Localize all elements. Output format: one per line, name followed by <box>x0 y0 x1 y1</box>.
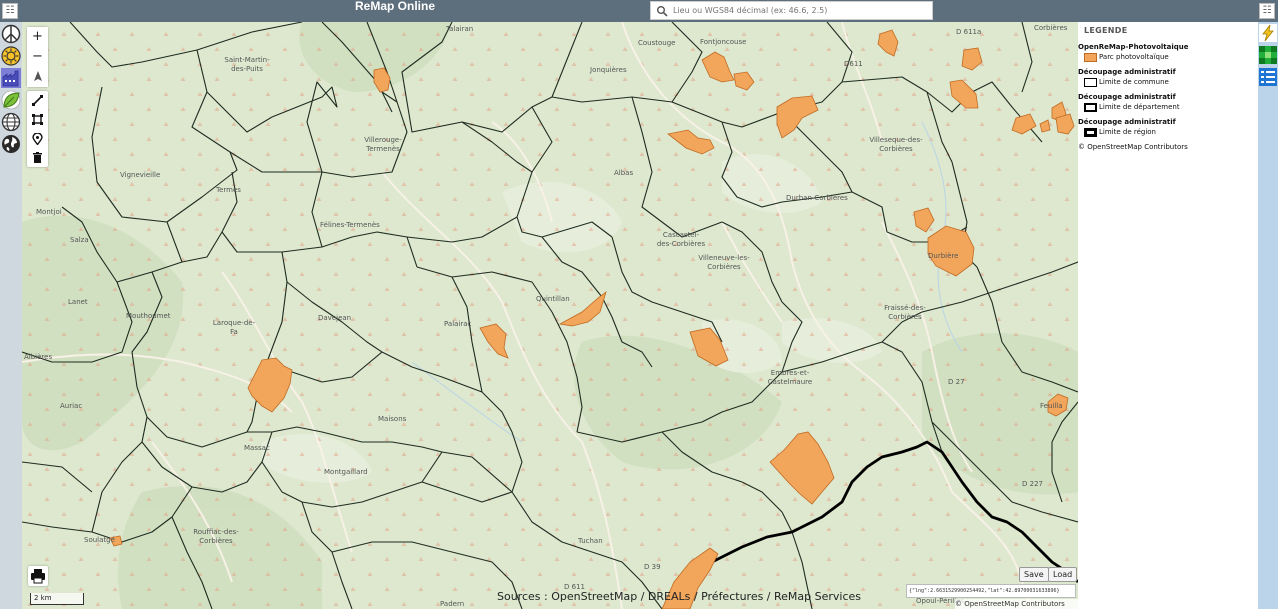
place-label: Villeseque-des-Corbières <box>869 136 923 153</box>
printer-icon <box>31 569 45 584</box>
map-canvas[interactable]: Talairan Coustouge Fontjoncouse Saint-Ma… <box>22 22 1078 609</box>
place-label: Villerouge-Termenès <box>364 136 402 153</box>
sun-icon[interactable] <box>1 46 21 66</box>
place-label: Tuchan <box>578 537 603 545</box>
place-label: Auriac <box>60 402 83 410</box>
place-label: Lanet <box>68 298 88 306</box>
place-label: Salza <box>70 236 89 244</box>
commune-swatch <box>1084 78 1097 87</box>
road-label: D611 <box>844 60 863 68</box>
search-input[interactable] <box>673 2 928 19</box>
draw-polygon-button[interactable] <box>27 110 48 129</box>
zoom-control: + − <box>27 27 48 87</box>
left-menu-icon[interactable]: ☷ <box>2 3 18 19</box>
draw-line-button[interactable] <box>27 91 48 110</box>
place-label: Durbière <box>928 252 959 260</box>
place-label: Vignevieille <box>120 171 161 179</box>
legend-heading: Découpage administratif <box>1078 118 1176 126</box>
road-label: D 39 <box>644 563 661 571</box>
print-button[interactable] <box>28 566 48 586</box>
load-button[interactable]: Load <box>1048 567 1078 582</box>
legend-label: Parc photovoltaïque <box>1099 53 1169 61</box>
place-label: Rouffiac-des-Corbières <box>193 528 239 545</box>
place-label: Félines-Termenès <box>320 221 380 229</box>
search-box[interactable] <box>650 1 933 20</box>
place-label: Fraissé-des-Corbières <box>884 304 926 321</box>
map-attribution: © OpenStreetMap Contributors <box>955 599 1078 609</box>
legend-heading: Découpage administratif <box>1078 68 1176 76</box>
place-label: Palairac <box>444 320 472 328</box>
reset-north-button[interactable] <box>27 67 48 87</box>
place-label: Mouthoumet <box>126 312 171 320</box>
place-label: Fontjoncouse <box>700 38 747 46</box>
draw-marker-button[interactable] <box>27 129 48 148</box>
place-label: Massac <box>244 444 270 452</box>
place-label: Laroque-de-Fa <box>212 319 256 336</box>
marker-tool-icon <box>32 133 43 145</box>
coordinate-readout: {"lng":2.6631529900254492,"lat":42.89700… <box>906 584 1076 598</box>
place-label: Quintillan <box>536 295 570 303</box>
legend-heading: OpenReMap-Photovoltaique <box>1078 43 1189 51</box>
road-label: D 27 <box>948 378 965 386</box>
place-label: Albas <box>614 169 634 177</box>
place-label: Montjoi <box>36 208 62 216</box>
delete-drawing-button[interactable] <box>27 148 48 167</box>
app-title: ReMap Online <box>355 0 436 13</box>
place-label: Embres-et-Castelmaure <box>767 369 813 386</box>
sources-caption: Sources : OpenStreetMap / DREALs / Préfe… <box>497 590 862 603</box>
green-grid-icon[interactable] <box>1259 46 1277 64</box>
place-label: Feuilla <box>1040 402 1063 410</box>
leaf-icon[interactable] <box>1 90 21 110</box>
place-label: Corbières <box>1034 24 1068 32</box>
place-label: Saint-Martin-des-Puits <box>224 56 270 73</box>
trash-icon <box>33 152 42 163</box>
pv-swatch <box>1084 53 1097 62</box>
road-label: D 611a <box>956 28 982 36</box>
road-label: D 227 <box>1022 480 1043 488</box>
legend-title: LEGENDE <box>1084 26 1128 35</box>
top-bar: ☷ ReMap Online ☷ <box>0 0 1278 22</box>
place-label: Coustouge <box>638 39 676 47</box>
place-label: Albières <box>24 353 53 361</box>
globe-grid-icon[interactable] <box>1 112 21 132</box>
polygon-tool-icon <box>32 114 43 125</box>
place-label: Padern <box>440 600 465 608</box>
legend-label: Limite de département <box>1099 103 1180 111</box>
place-label: Davejean <box>318 314 352 322</box>
place-label: Termes <box>216 186 241 194</box>
save-button[interactable]: Save <box>1019 567 1049 582</box>
place-label: Montgaillard <box>324 468 368 476</box>
layer-rail-right <box>1258 22 1278 609</box>
place-label: Maisons <box>378 415 407 423</box>
zoom-out-button[interactable]: − <box>27 47 48 67</box>
legend-panel: LEGENDE OpenReMap-Photovoltaique Parc ph… <box>1078 22 1258 609</box>
place-label: Soulatgé <box>84 536 115 544</box>
legend-heading: Découpage administratif <box>1078 93 1176 101</box>
lightning-icon[interactable] <box>1259 24 1277 42</box>
place-label: Cascastel-des-Corbières <box>656 231 706 248</box>
place-label: Durban-Corbières <box>786 194 848 202</box>
list-icon[interactable] <box>1259 68 1277 86</box>
place-label: Talairan <box>446 25 474 33</box>
legend-osm-credit: © OpenStreetMap Contributors <box>1078 143 1188 151</box>
industry-icon[interactable] <box>1 68 21 88</box>
department-swatch <box>1084 103 1097 112</box>
layer-rail-left <box>0 22 22 609</box>
zoom-in-button[interactable]: + <box>27 27 48 47</box>
scale-bar: 2 km <box>30 593 84 605</box>
place-label: Jonquières <box>590 66 627 74</box>
peace-symbol-icon[interactable] <box>1 24 21 44</box>
region-swatch <box>1084 128 1097 137</box>
drawing-toolbar <box>27 91 48 167</box>
right-menu-icon[interactable]: ☷ <box>1259 3 1275 19</box>
legend-label: Limite de commune <box>1099 78 1169 86</box>
north-arrow-icon <box>33 71 42 81</box>
legend-label: Limite de région <box>1099 128 1156 136</box>
earth-icon[interactable] <box>1 134 21 154</box>
place-label: Villeneuve-les-Corbières <box>698 254 750 271</box>
line-tool-icon <box>32 95 43 106</box>
search-icon <box>657 6 668 17</box>
